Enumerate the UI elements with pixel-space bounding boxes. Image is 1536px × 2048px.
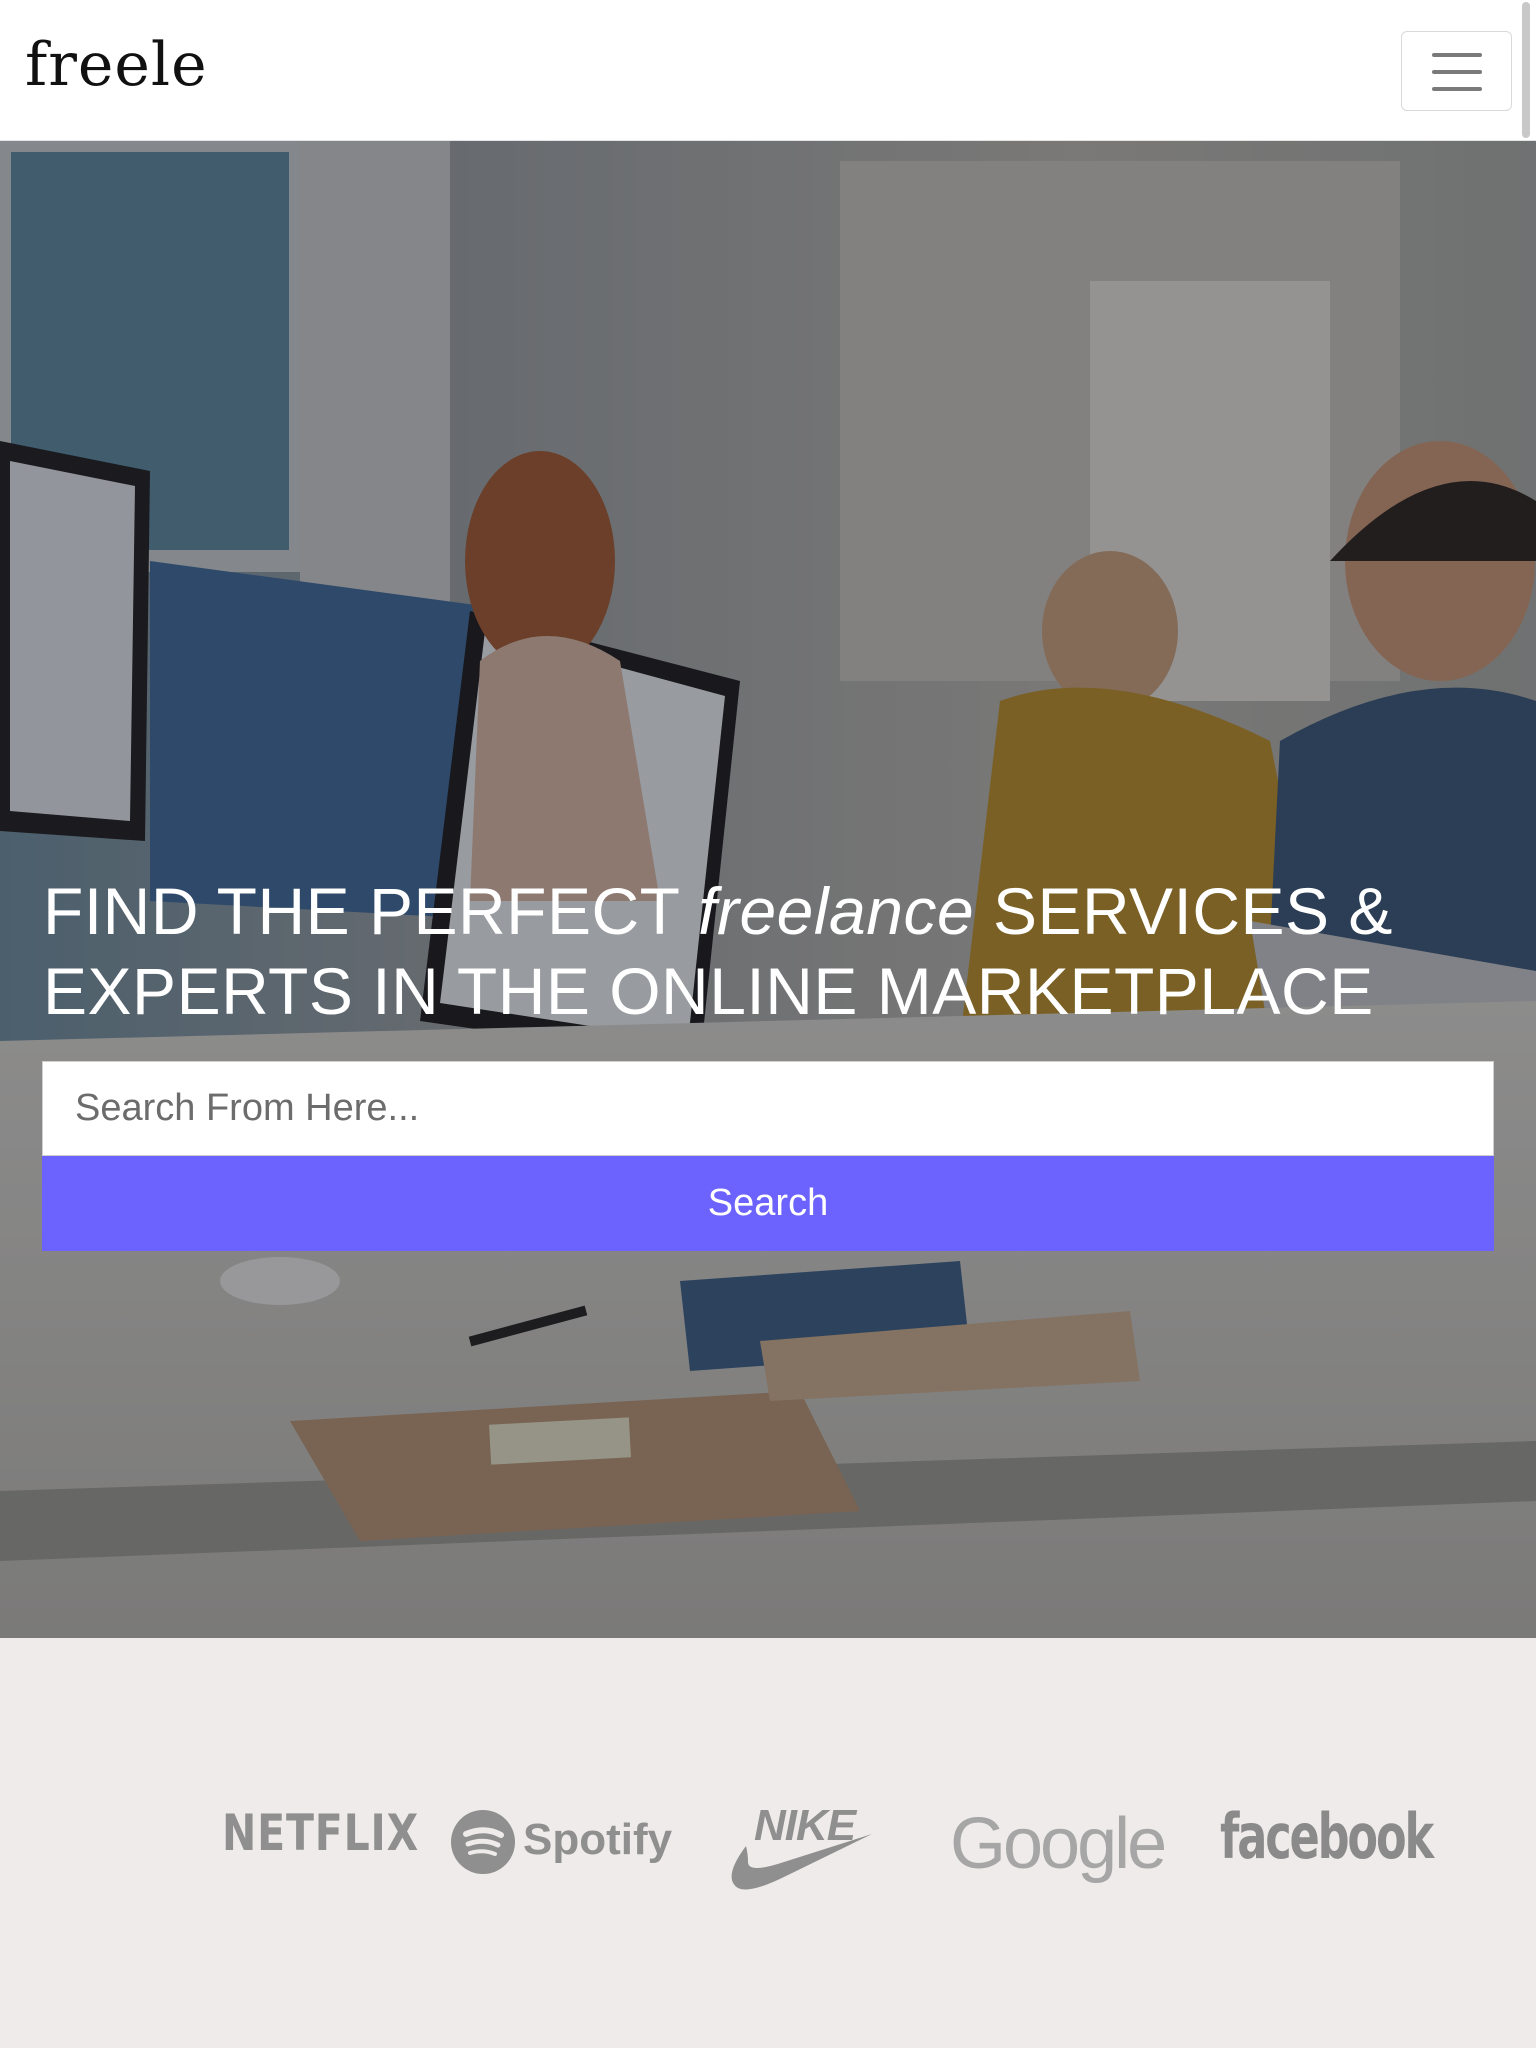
navbar: freele [0,0,1536,141]
nike-logo: NIKE [726,1804,874,1894]
hero-headline: FIND THE PERFECT freelance SERVICES & EX… [43,871,1443,1031]
netflix-logo: NETFLIX [222,1804,420,1862]
brand-logo[interactable]: freele [25,35,208,95]
headline-emphasis: freelance [698,874,975,948]
partner-logos-section: NETFLIX Spotify NIKE Google facebook [0,1638,1536,2048]
scrollbar-thumb[interactable] [1522,2,1530,138]
search-button[interactable]: Search [42,1156,1494,1251]
search-input[interactable] [42,1061,1494,1156]
menu-toggle-button[interactable] [1401,31,1512,111]
hero-section: FIND THE PERFECT freelance SERVICES & EX… [0,141,1536,1638]
google-logo: Google [950,1804,1167,1884]
spotify-wordmark: Spotify [523,1815,673,1864]
headline-text-start: FIND THE PERFECT [43,874,699,948]
facebook-logo: facebook [1220,1800,1434,1873]
spotify-icon [451,1810,515,1874]
nike-swoosh-icon [731,1834,872,1890]
